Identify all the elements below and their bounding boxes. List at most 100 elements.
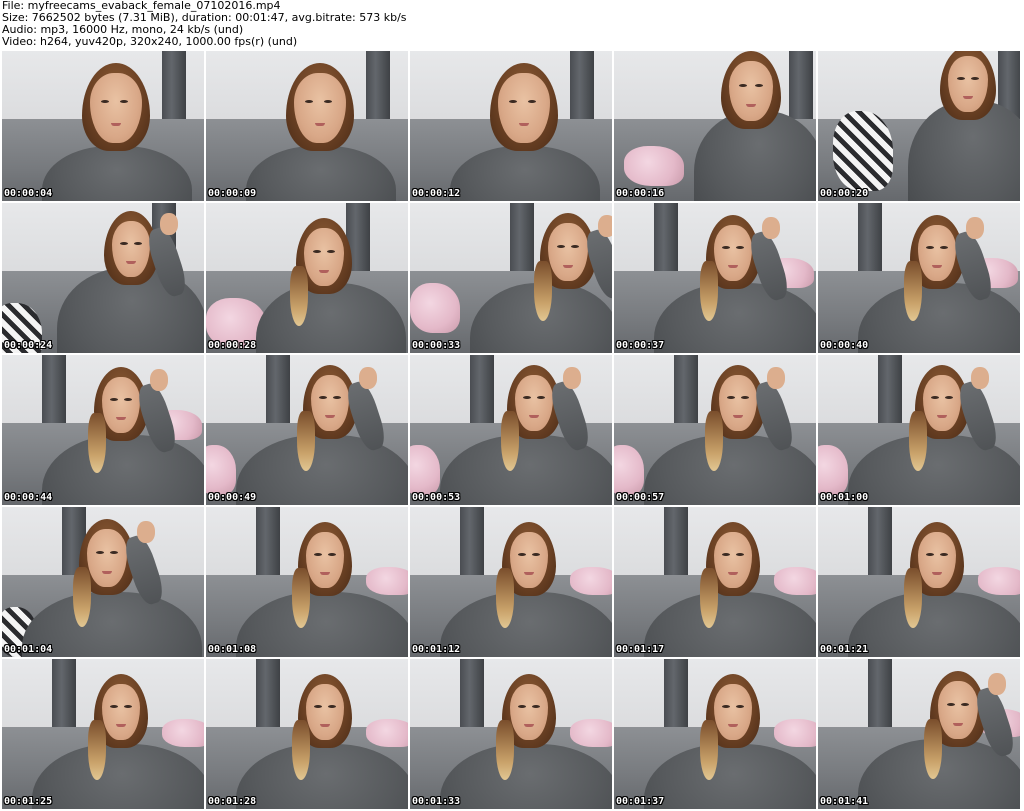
hand xyxy=(762,217,780,239)
ponytail xyxy=(496,568,514,628)
video-info-line: Video: h264, yuv420p, 320x240, 1000.00 f… xyxy=(2,35,298,48)
file-info-header: File: myfreecams_evaback_female_07102016… xyxy=(2,0,1022,50)
frame-timestamp: 00:01:17 xyxy=(616,644,665,655)
face xyxy=(498,73,550,143)
thumbnail-frame: 00:00:16 xyxy=(614,51,816,201)
thumbnail-frame: 00:00:57 xyxy=(614,355,816,505)
face xyxy=(923,375,961,431)
thumbnail-frame: 00:00:24 xyxy=(2,203,204,353)
left-eye xyxy=(95,551,104,555)
right-eye xyxy=(528,99,537,103)
frame-timestamp: 00:00:37 xyxy=(616,340,665,351)
cushion xyxy=(978,567,1020,595)
frame-timestamp: 00:00:24 xyxy=(4,340,53,351)
thumbnail-frame: 00:00:04 xyxy=(2,51,204,201)
face xyxy=(714,225,752,281)
face xyxy=(948,56,988,112)
left-eye xyxy=(556,245,565,249)
thumbnail-frame: 00:01:33 xyxy=(410,659,612,809)
thumbnail-frame: 00:01:37 xyxy=(614,659,816,809)
frame-timestamp: 00:00:40 xyxy=(820,340,869,351)
ponytail xyxy=(534,261,552,321)
thumbnail-frame: 00:00:44 xyxy=(2,355,204,505)
frame-timestamp: 00:00:33 xyxy=(412,340,461,351)
face xyxy=(548,223,588,281)
ponytail xyxy=(290,266,308,326)
hand xyxy=(988,673,1006,695)
ponytail xyxy=(292,720,310,780)
face xyxy=(918,225,956,281)
ponytail xyxy=(700,261,718,321)
frame-timestamp: 00:01:12 xyxy=(412,644,461,655)
frame-timestamp: 00:00:09 xyxy=(208,188,257,199)
frame-timestamp: 00:00:44 xyxy=(4,492,53,503)
frame-timestamp: 00:01:04 xyxy=(4,644,53,655)
ponytail xyxy=(909,411,927,471)
cushion xyxy=(833,111,893,191)
thumbnail-frame: 00:00:49 xyxy=(206,355,408,505)
hand xyxy=(767,367,785,389)
hand xyxy=(137,521,155,543)
frame-timestamp: 00:00:12 xyxy=(412,188,461,199)
cushion xyxy=(774,719,816,747)
mouth xyxy=(102,570,112,574)
cushion xyxy=(774,567,816,595)
ponytail xyxy=(297,411,315,471)
face xyxy=(510,532,548,588)
hand xyxy=(150,369,168,391)
face xyxy=(306,684,344,740)
frame-timestamp: 00:00:16 xyxy=(616,188,665,199)
ponytail xyxy=(73,567,91,627)
frame-timestamp: 00:00:20 xyxy=(820,188,869,199)
thumbnail-frame: 00:01:00 xyxy=(818,355,1020,505)
face xyxy=(87,529,127,587)
right-eye xyxy=(120,99,129,103)
frame-timestamp: 00:01:21 xyxy=(820,644,869,655)
right-eye xyxy=(754,83,763,87)
thumbnail-frame: 00:01:28 xyxy=(206,659,408,809)
cushion xyxy=(366,719,408,747)
right-eye xyxy=(324,99,333,103)
cushion xyxy=(366,567,408,595)
left-eye xyxy=(738,83,747,87)
thumbnail-frame: 00:00:37 xyxy=(614,203,816,353)
face xyxy=(304,228,344,286)
frame-timestamp: 00:00:04 xyxy=(4,188,53,199)
frame-timestamp: 00:01:33 xyxy=(412,796,461,807)
mouth xyxy=(563,264,573,268)
frame-timestamp: 00:01:08 xyxy=(208,644,257,655)
face xyxy=(515,375,553,431)
face xyxy=(294,73,346,143)
cushion xyxy=(162,719,204,747)
face xyxy=(938,681,978,739)
thumbnail-frame: 00:00:20 xyxy=(818,51,1020,201)
hand xyxy=(160,213,178,235)
frame-timestamp: 00:01:25 xyxy=(4,796,53,807)
face xyxy=(306,532,344,588)
frame-timestamp: 00:00:57 xyxy=(616,492,665,503)
thumbnail-frame: 00:00:09 xyxy=(206,51,408,201)
thumbnail-frame: 00:01:08 xyxy=(206,507,408,657)
left-eye xyxy=(101,99,110,103)
face xyxy=(510,684,548,740)
left-eye xyxy=(946,703,955,707)
left-eye xyxy=(305,99,314,103)
frame-timestamp: 00:01:28 xyxy=(208,796,257,807)
frame-timestamp: 00:00:49 xyxy=(208,492,257,503)
hand xyxy=(971,367,989,389)
face xyxy=(102,684,140,740)
face xyxy=(714,684,752,740)
thumbnail-frame: 00:01:12 xyxy=(410,507,612,657)
thumbnail-frame: 00:01:41 xyxy=(818,659,1020,809)
ponytail xyxy=(496,720,514,780)
thumbnail-frame: 00:01:17 xyxy=(614,507,816,657)
frame-timestamp: 00:01:41 xyxy=(820,796,869,807)
face xyxy=(719,375,757,431)
cushion xyxy=(570,567,612,595)
hand xyxy=(563,367,581,389)
cushion xyxy=(624,146,684,186)
thumbnail-frame: 00:00:28 xyxy=(206,203,408,353)
ponytail xyxy=(88,413,106,473)
ponytail xyxy=(88,720,106,780)
thumbnail-frame: 00:00:12 xyxy=(410,51,612,201)
